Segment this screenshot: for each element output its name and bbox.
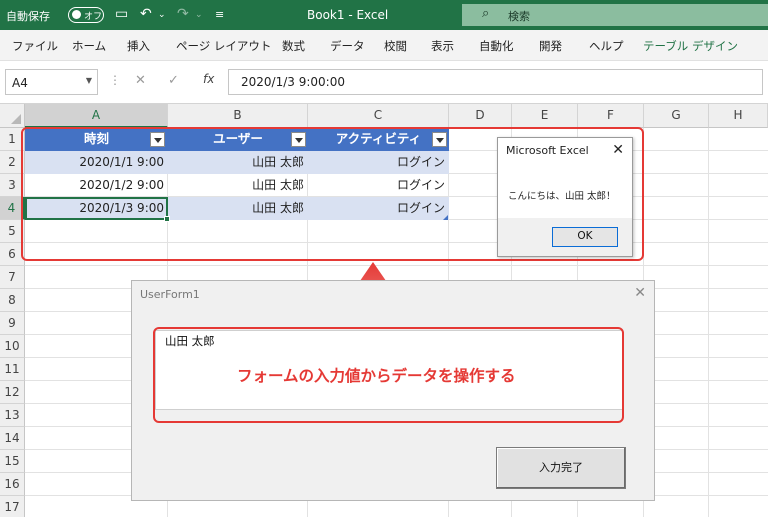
tab-developer[interactable]: 開発 (539, 38, 562, 54)
toggle-knob (72, 10, 81, 19)
row-header-10[interactable]: 10 (0, 335, 25, 358)
col-header-g[interactable]: G (644, 104, 709, 128)
formula-value: 2020/1/3 9:00:00 (241, 75, 345, 89)
row-header-7[interactable]: 7 (0, 266, 25, 289)
tab-formulas[interactable]: 数式 (282, 38, 305, 54)
dialog-title: Microsoft Excel (506, 144, 589, 157)
title-bar: 自動保存 オフ ▭ ↶ ⌄ ↷ ⌄ ≡ Book1 - Excel ⌕ 検索 (0, 0, 768, 30)
undo-dropdown-icon[interactable]: ⌄ (158, 10, 166, 20)
row-header-11[interactable]: 11 (0, 358, 25, 381)
name-box-value: A4 (12, 76, 28, 90)
tab-file[interactable]: ファイル (12, 38, 58, 54)
userform-title: UserForm1 (140, 288, 200, 301)
insert-function-icon[interactable]: fx (203, 72, 214, 86)
undo-icon[interactable]: ↶ (140, 6, 152, 22)
ok-button[interactable]: OK (552, 227, 618, 247)
more-options-icon: ⋮ (109, 73, 121, 87)
enter-icon[interactable]: ✓ (168, 73, 179, 88)
search-box[interactable]: ⌕ 検索 (462, 4, 768, 26)
submit-button[interactable]: 入力完了 (496, 447, 626, 489)
tab-help[interactable]: ヘルプ (589, 38, 624, 54)
row-header-14[interactable]: 14 (0, 427, 25, 450)
select-all-corner[interactable] (0, 104, 25, 128)
tab-page-layout[interactable]: ページ レイアウト (176, 38, 271, 54)
formula-bar: A4 ▼ ⋮ ✕ ✓ fx 2020/1/3 9:00:00 (0, 61, 768, 104)
autosave-label: 自動保存 (6, 10, 50, 23)
search-icon: ⌕ (482, 6, 490, 21)
close-icon[interactable]: ✕ (634, 285, 646, 301)
close-icon[interactable]: ✕ (612, 142, 624, 158)
col-header-f[interactable]: F (578, 104, 644, 128)
select-all-icon (11, 114, 21, 124)
autosave-state: オフ (84, 12, 103, 22)
redo-dropdown-icon[interactable]: ⌄ (195, 10, 203, 20)
customize-icon[interactable]: ≡ (215, 8, 224, 21)
col-header-d[interactable]: D (449, 104, 512, 128)
col-header-c[interactable]: C (308, 104, 449, 128)
search-label: 検索 (508, 10, 530, 23)
message-box-dialog: Microsoft Excel ✕ こんにちは、山田 太郎！ OK (497, 137, 633, 257)
tab-automate[interactable]: 自動化 (479, 38, 514, 54)
dialog-message: こんにちは、山田 太郎！ (508, 191, 616, 202)
tab-view[interactable]: 表示 (431, 38, 454, 54)
row-header-15[interactable]: 15 (0, 450, 25, 473)
autosave-toggle[interactable]: オフ (68, 7, 104, 23)
save-icon[interactable]: ▭ (115, 6, 128, 22)
tab-data[interactable]: データ (330, 38, 365, 54)
cancel-icon[interactable]: ✕ (135, 73, 146, 88)
redo-icon[interactable]: ↷ (177, 6, 189, 22)
ribbon-tabs: ファイル ホーム 挿入 ページ レイアウト 数式 データ 校閲 表示 自動化 開… (0, 30, 768, 61)
col-header-b[interactable]: B (168, 104, 308, 128)
row-header-13[interactable]: 13 (0, 404, 25, 427)
dialog-footer: OK (498, 218, 632, 256)
col-header-a[interactable]: A (25, 104, 168, 128)
name-box[interactable]: A4 ▼ (5, 69, 98, 95)
tab-review[interactable]: 校閲 (384, 38, 407, 54)
document-title: Book1 - Excel (307, 8, 389, 22)
tab-table-design[interactable]: テーブル デザイン (643, 38, 738, 54)
tab-home[interactable]: ホーム (72, 38, 106, 54)
col-header-e[interactable]: E (512, 104, 578, 128)
row-header-16[interactable]: 16 (0, 473, 25, 496)
annotation-caption: フォームの入力値からデータを操作する (237, 367, 516, 385)
row-header-17[interactable]: 17 (0, 496, 25, 517)
tab-insert[interactable]: 挿入 (127, 38, 150, 54)
row-header-9[interactable]: 9 (0, 312, 25, 335)
row-header-8[interactable]: 8 (0, 289, 25, 312)
row-header-12[interactable]: 12 (0, 381, 25, 404)
formula-input[interactable]: 2020/1/3 9:00:00 (228, 69, 763, 95)
chevron-down-icon: ▼ (85, 76, 92, 85)
col-header-h[interactable]: H (709, 104, 768, 128)
